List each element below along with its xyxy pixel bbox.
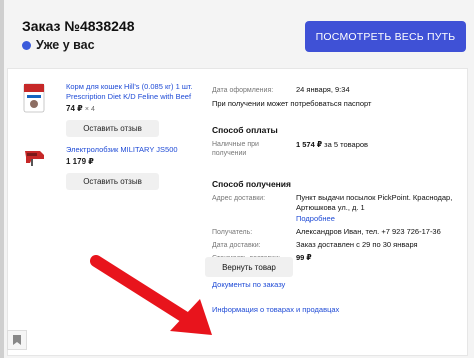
product-link-cat-food[interactable]: Корм для кошек Hill's (0.085 кг) 1 шт. P… bbox=[66, 82, 206, 101]
order-date-label: Дата оформления: bbox=[212, 87, 274, 94]
status-dot-icon bbox=[22, 40, 31, 50]
return-item-button[interactable]: Вернуть товар bbox=[205, 257, 293, 277]
recipient-value: Александров Иван, тел. +7 923 726-17-36 bbox=[296, 227, 441, 236]
red-arrow-annotation bbox=[90, 255, 212, 335]
status-text: Уже у вас bbox=[36, 38, 95, 52]
payment-sum: 1 574 ₽ bbox=[296, 140, 323, 149]
payment-amount: 1 574 ₽ за 5 товаров bbox=[296, 140, 368, 150]
delivery-date-label: Дата доставки: bbox=[212, 242, 261, 249]
jigsaw-icon[interactable] bbox=[22, 145, 48, 167]
recipient-label: Получатель: bbox=[212, 229, 253, 236]
address-label: Адрес доставки: bbox=[212, 195, 266, 202]
more-details-link[interactable]: Подробнее bbox=[296, 214, 335, 223]
order-title: Заказ №4838248 bbox=[22, 18, 135, 34]
payment-section-title: Способ оплаты bbox=[212, 125, 278, 135]
product-price: 1 179 ₽ bbox=[66, 157, 94, 166]
price-quantity: × 4 bbox=[84, 106, 95, 113]
leave-review-button[interactable]: Оставить отзыв bbox=[66, 173, 159, 190]
order-details-card: Корм для кошек Hill's (0.085 кг) 1 шт. P… bbox=[7, 68, 468, 356]
sellers-info-link[interactable]: Информация о товарах и продавцах bbox=[212, 305, 339, 314]
order-date-value: 24 января, 9:34 bbox=[296, 85, 350, 94]
price-value: 74 ₽ bbox=[66, 104, 83, 113]
order-status: Уже у вас bbox=[22, 38, 95, 52]
window-edge bbox=[0, 0, 4, 358]
bookmark-button[interactable] bbox=[7, 330, 27, 350]
cat-food-pack-icon[interactable] bbox=[23, 83, 45, 113]
passport-note: При получении может потребоваться паспор… bbox=[212, 99, 372, 108]
delivery-date-value: Заказ доставлен с 29 по 30 января bbox=[296, 240, 418, 249]
product-link-jigsaw[interactable]: Электролобзик MILITARY JS500 bbox=[66, 145, 206, 155]
leave-review-button[interactable]: Оставить отзыв bbox=[66, 120, 159, 137]
order-page: Заказ №4838248 Уже у вас ПОСМОТРЕТЬ ВЕСЬ… bbox=[0, 0, 474, 358]
view-full-route-button[interactable]: ПОСМОТРЕТЬ ВЕСЬ ПУТЬ bbox=[305, 21, 466, 52]
product-price: 74 ₽ × 4 bbox=[66, 104, 95, 113]
address-value: Пункт выдачи посылок PickPoint. Краснода… bbox=[296, 193, 453, 212]
bookmark-icon bbox=[13, 335, 21, 345]
delivery-cost-value: 99 ₽ bbox=[296, 253, 312, 262]
delivery-section-title: Способ получения bbox=[212, 179, 291, 189]
payment-items-count: за 5 товаров bbox=[322, 140, 369, 149]
order-documents-link[interactable]: Документы по заказу bbox=[212, 280, 285, 289]
payment-method-label: Наличные при получении bbox=[212, 141, 259, 157]
